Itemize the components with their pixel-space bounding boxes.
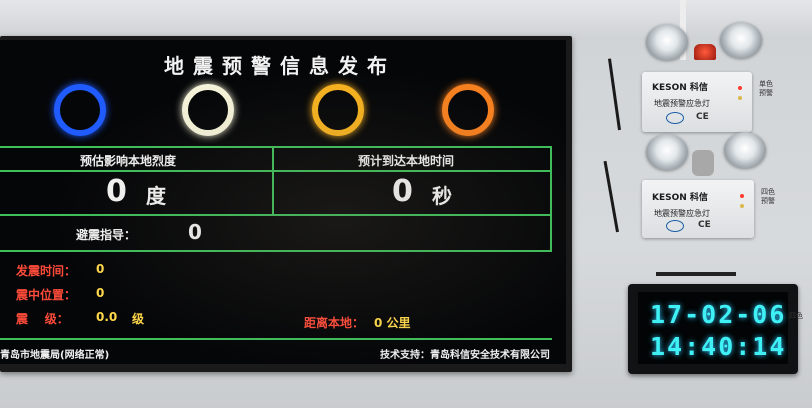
clock-face: 17-02-06 14:40:14 xyxy=(638,292,788,364)
wall xyxy=(0,0,812,40)
clock-date: 17-02-06 xyxy=(650,300,787,329)
indicator-led xyxy=(740,204,744,208)
guide-label: 避震指导： xyxy=(76,228,137,242)
blue-alert-ring-icon xyxy=(54,84,106,136)
antenna-icon xyxy=(607,58,621,131)
warning-light-device: KESON 科信 地震预警应急灯 CE xyxy=(642,72,752,132)
indicator-led xyxy=(738,96,742,100)
strobe-lamp-icon xyxy=(646,134,688,170)
antenna-icon xyxy=(603,160,619,233)
magnitude-value: 0.0 xyxy=(96,310,118,324)
device-name: 地震预警应急灯 xyxy=(654,209,710,218)
indicator-led xyxy=(740,194,744,198)
strobe-lamp-icon xyxy=(646,24,688,60)
info-grid: 预估影响本地烈度 预计到达本地时间 0 度 0 秒 避震指导： 0 xyxy=(0,146,552,252)
speaker-icon xyxy=(692,150,714,176)
yellow-alert-ring-icon xyxy=(312,84,364,136)
tech-support-credit: 技术支持：青岛科信安全技术有限公司 xyxy=(380,350,550,361)
arrival-label: 预计到达本地时间 xyxy=(358,154,455,168)
intensity-unit: 度 xyxy=(146,184,166,208)
strobe-lamp-icon xyxy=(720,22,762,58)
company-logo-icon xyxy=(666,220,684,232)
device-brand: KESON 科信 xyxy=(652,193,708,203)
ce-mark-icon: CE xyxy=(698,220,711,230)
white-alert-ring-icon xyxy=(182,84,234,136)
intensity-value: 0 xyxy=(106,174,127,209)
quake-time-label: 发震时间： xyxy=(16,264,77,278)
led-clock: 17-02-06 14:40:14 xyxy=(628,284,798,374)
clock-time: 14:40:14 xyxy=(650,332,787,361)
epicenter-label: 震中位置： xyxy=(16,288,77,302)
device-side-tag: 四色预警 xyxy=(761,188,775,205)
warning-light-device: KESON 科信 地震预警应急灯 CE xyxy=(642,180,754,238)
arrival-unit: 秒 xyxy=(432,184,452,208)
clock-side-tag: 四色 xyxy=(789,312,803,320)
quake-time-value: 0 xyxy=(96,262,105,276)
grid-divider xyxy=(272,148,274,216)
epicenter-value: 0 xyxy=(96,286,105,300)
device-brand: KESON 科信 xyxy=(652,83,708,93)
ce-mark-icon: CE xyxy=(696,112,709,122)
intensity-label: 预估影响本地烈度 xyxy=(80,154,177,168)
tv-monitor: 地震预警信息发布 预估影响本地烈度 预计到达本地时间 0 度 0 秒 避震指导：… xyxy=(0,36,572,372)
orange-alert-ring-icon xyxy=(442,84,494,136)
magnitude-label: 震 级： xyxy=(16,312,69,326)
company-logo-icon xyxy=(666,112,684,124)
distance-value: 0 公里 xyxy=(374,316,411,330)
page-title: 地震预警信息发布 xyxy=(164,54,396,78)
magnitude-unit: 级 xyxy=(132,312,145,326)
device-side-tag: 单色预警 xyxy=(759,80,773,97)
earthquake-warning-screen: 地震预警信息发布 预估影响本地烈度 预计到达本地时间 0 度 0 秒 避震指导：… xyxy=(0,40,566,364)
status-footer: 青岛市地震局(网络正常) 技术支持：青岛科信安全技术有限公司 xyxy=(0,338,552,364)
arrival-value: 0 xyxy=(392,174,413,209)
strobe-lamp-icon xyxy=(724,132,766,168)
antenna-icon xyxy=(656,272,736,276)
device-name: 地震预警应急灯 xyxy=(654,99,710,108)
siren-icon xyxy=(694,44,716,60)
distance-label: 距离本地： xyxy=(304,316,365,330)
network-status: 青岛市地震局(网络正常) xyxy=(0,350,110,361)
indicator-led xyxy=(738,86,742,90)
grid-divider xyxy=(0,214,550,216)
guide-value: 0 xyxy=(188,220,202,244)
grid-divider xyxy=(0,170,550,172)
